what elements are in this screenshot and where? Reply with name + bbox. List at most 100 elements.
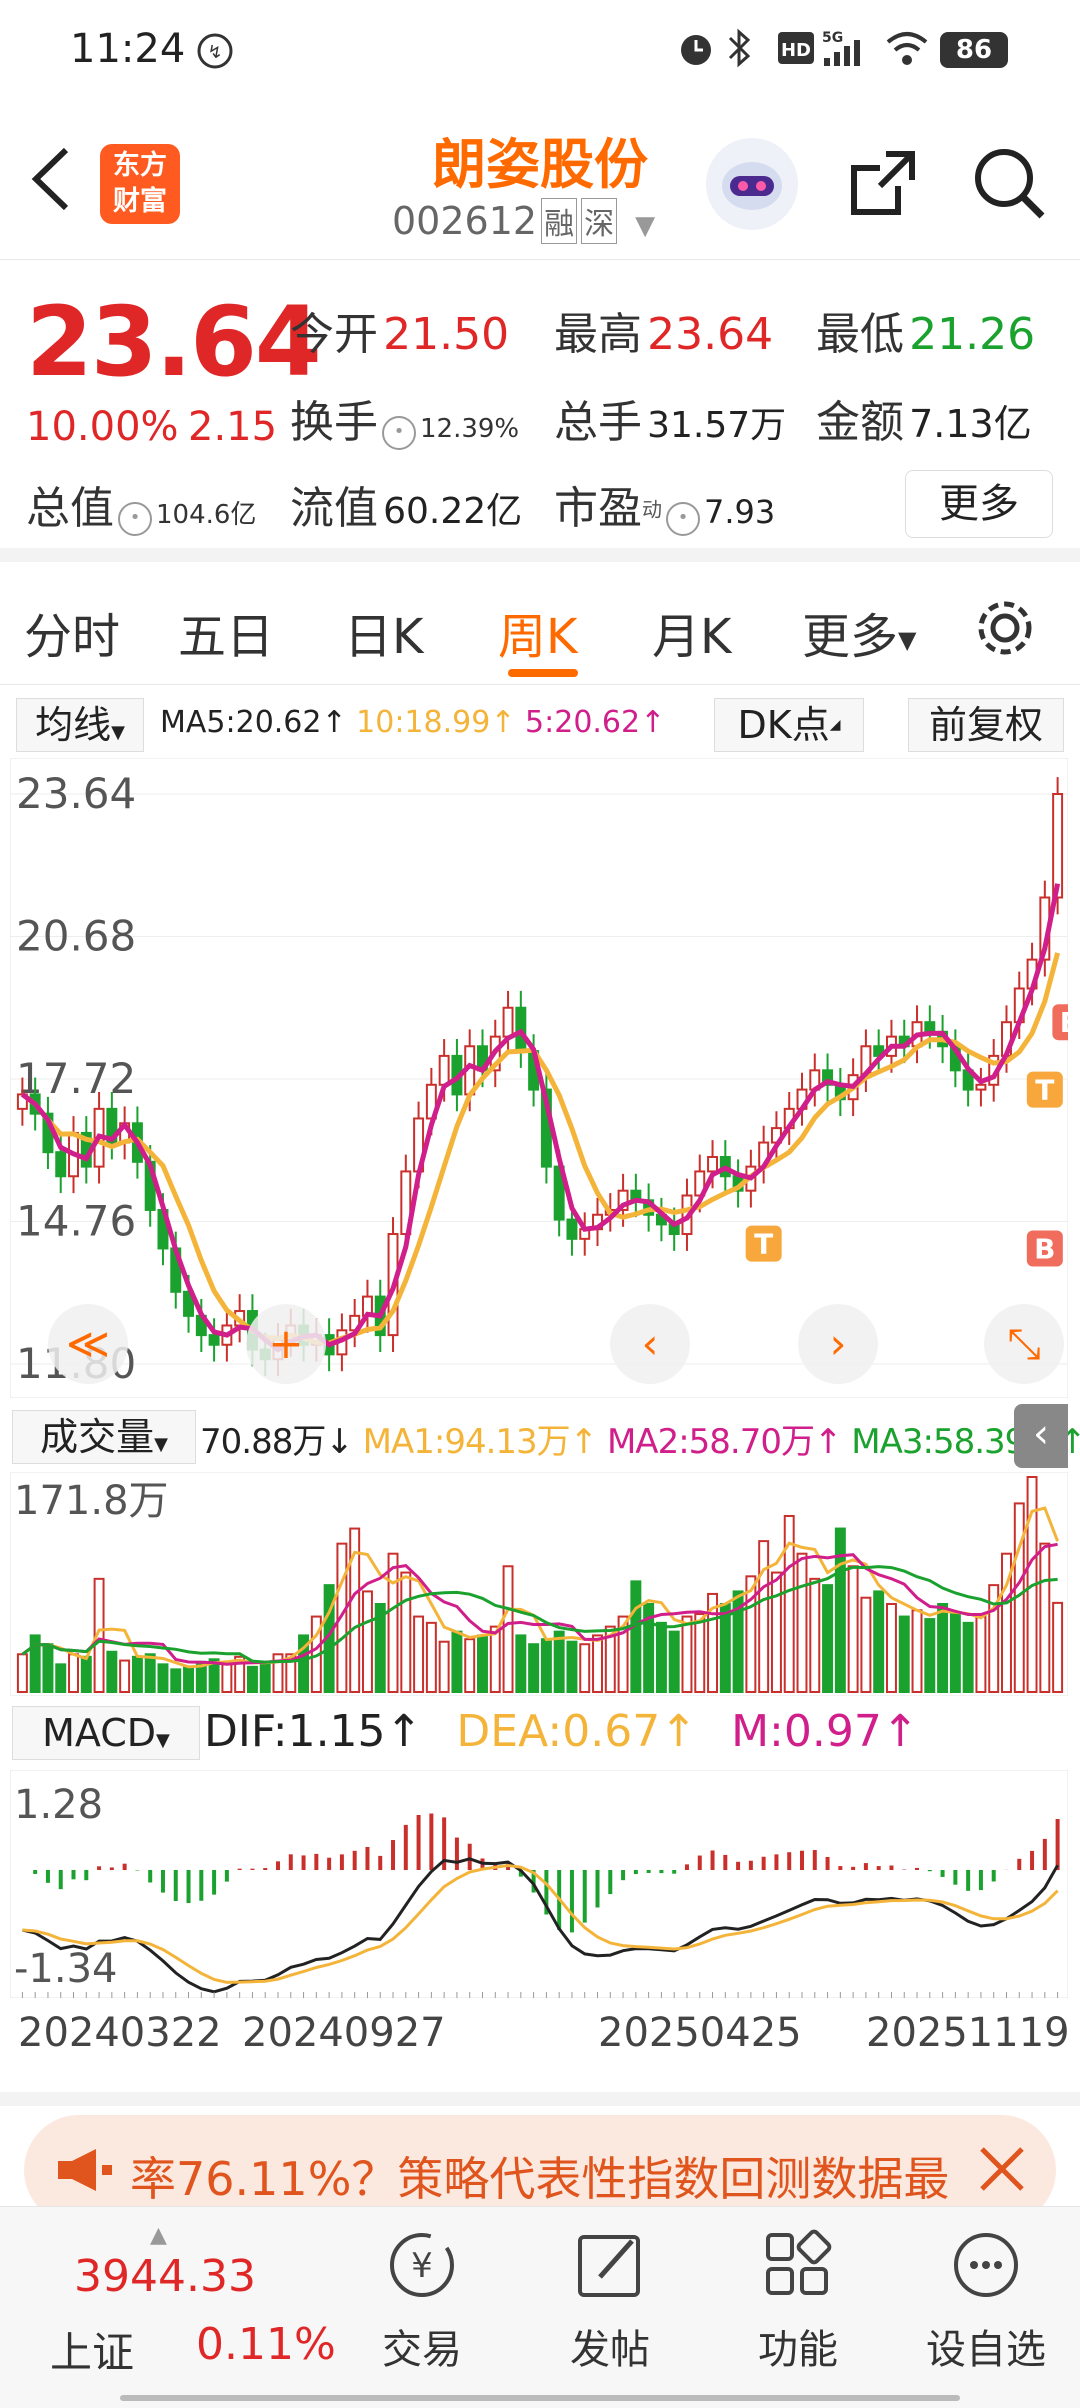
more-button[interactable]: 更多 (905, 470, 1053, 538)
macd-m: M:0.97↑ (731, 1706, 919, 1757)
zoom-in-button[interactable]: + (246, 1304, 326, 1384)
macd-legend: DIF:1.15↑ DEA:0.67↑ M:0.97↑ (204, 1706, 919, 1757)
volume-bar (259, 1663, 271, 1694)
tab-daily-k[interactable]: 日K (344, 597, 423, 667)
index-ticker[interactable]: ▲ 3944.33 上证 0.11% (40, 2223, 350, 2387)
volume-bar (361, 1590, 373, 1693)
tab-weekly-k[interactable]: 周K (498, 597, 577, 667)
open-row: 今开 21.50 (290, 298, 509, 362)
macd-y-tick: -1.34 (14, 1946, 118, 1992)
volume-bar (924, 1618, 936, 1694)
chevron-down-icon: ▼ (898, 626, 917, 654)
robot-assistant-icon[interactable] (706, 138, 798, 230)
alarm-icon (676, 28, 716, 72)
volume-bar (553, 1630, 565, 1693)
adjust-button[interactable]: 前复权 (908, 698, 1064, 752)
amount-value: 7.13亿 (909, 402, 1032, 446)
hd-icon: HD (776, 28, 816, 72)
svg-text:¥: ¥ (411, 2246, 433, 2286)
index-name: 上证 (50, 2328, 135, 2377)
search-icon[interactable] (970, 144, 1050, 228)
volume-bar (464, 1638, 476, 1693)
chevron-down-icon: ▼ (154, 1434, 168, 1455)
volume-bar (170, 1668, 182, 1693)
macd-dif: DIF:1.15↑ (204, 1706, 423, 1757)
volume-bar (655, 1621, 667, 1693)
change-amount: 2.15 (188, 404, 278, 450)
tab-monthly-k[interactable]: 月K (652, 597, 731, 667)
eye-icon[interactable]: • (118, 501, 152, 536)
ma5-value: MA5:20.62↑ (160, 705, 347, 740)
volume-bar (540, 1638, 552, 1693)
volume-bar (911, 1609, 923, 1693)
macd-dea: DEA:0.67↑ (456, 1706, 698, 1757)
volume-bar (758, 1540, 770, 1693)
svg-text:↯: ↯ (207, 42, 222, 63)
volume-bar (489, 1625, 501, 1694)
functions-nav[interactable]: 功能 (718, 2225, 878, 2375)
eye-icon[interactable]: • (666, 501, 700, 536)
volume-select-dropdown[interactable]: 成交量▼ (12, 1410, 196, 1464)
volume-bar (55, 1663, 67, 1694)
home-indicator (120, 2395, 960, 2401)
candle-body (566, 1218, 578, 1240)
fullscreen-icon: ⤡ (1007, 1319, 1041, 1368)
volume-bar (796, 1552, 808, 1694)
watchlist-nav[interactable]: 设自选 (906, 2225, 1066, 2375)
trade-nav[interactable]: ¥ 交易 (342, 2225, 502, 2375)
volume-bar (694, 1613, 706, 1693)
eye-icon[interactable]: • (382, 415, 416, 450)
post-nav[interactable]: 发帖 (530, 2225, 690, 2375)
float-row: 流值 60.22亿 (290, 472, 522, 536)
exchange-tag: 深 (581, 198, 618, 244)
y-tick-label: 23.64 (16, 769, 136, 818)
ma-select-dropdown[interactable]: 均线▼ (16, 698, 144, 752)
zoom-out-icon: ≪ (66, 1319, 110, 1368)
app-notification-icon: ↯ (196, 32, 234, 74)
pe-row: 市盈动 • 7.93 (554, 472, 775, 536)
volume-bar (387, 1552, 399, 1694)
candlestick-chart[interactable]: 23.6420.6817.7214.7611.80TTBB≪+‹›⤡ (10, 758, 1068, 1398)
volume-value: 31.57万 (647, 405, 787, 446)
collapse-panel-button[interactable]: ‹ (1014, 1404, 1068, 1468)
high-row: 最高 23.64 (554, 298, 773, 362)
tab-five-day[interactable]: 五日 (178, 597, 274, 667)
next-button[interactable]: › (798, 1304, 878, 1384)
volume-legend: 70.88万↓ MA1:94.13万↑ MA2:58.70万↑ MA3:58.3… (200, 1414, 1080, 1463)
bluetooth-icon (724, 28, 754, 72)
dk-point-button[interactable]: DK点◢ (714, 698, 864, 752)
chevron-down-icon: ▼ (111, 722, 125, 743)
tab-intraday[interactable]: 分时 (24, 597, 120, 667)
corner-triangle-icon: ◢ (829, 717, 841, 733)
cellular-signal-icon: 5G (822, 28, 874, 72)
period-tabs: 分时 五日 日K 周K 月K 更多▼ (0, 565, 1080, 685)
volume-bar (246, 1665, 258, 1693)
tab-more[interactable]: 更多▼ (802, 597, 916, 667)
watchlist-label: 设自选 (926, 2327, 1046, 2373)
index-value: 3944.33 (74, 2251, 256, 2302)
prev-button[interactable]: ‹ (610, 1304, 690, 1384)
chevron-down-icon[interactable]: ▼ (635, 211, 655, 241)
functions-label: 功能 (758, 2327, 838, 2373)
dk-marker-label: B (1034, 1232, 1055, 1265)
zoom-out-button[interactable]: ≪ (48, 1304, 128, 1384)
volume-row: 总手 31.57万 (554, 386, 786, 450)
index-change: 0.11% (196, 2319, 336, 2370)
fullscreen-button[interactable]: ⤡ (984, 1304, 1064, 1384)
candle-body (438, 1054, 450, 1086)
zoom-in-icon: + (268, 1319, 303, 1368)
margin-tag: 融 (541, 198, 578, 244)
macd-select-dropdown[interactable]: MACD▼ (12, 1706, 200, 1760)
back-button[interactable] (26, 144, 76, 218)
volume-y-tick: 171.8万 (14, 1478, 169, 1524)
settings-gear-icon[interactable] (972, 595, 1038, 665)
candle-body (502, 1006, 514, 1038)
volume-bar (975, 1615, 987, 1693)
share-icon[interactable] (846, 146, 920, 224)
close-icon[interactable] (974, 2141, 1030, 2201)
volume-bar (809, 1577, 821, 1693)
x-tick-label: 20250425 (598, 2010, 802, 2056)
volume-label: 总手 (554, 397, 642, 448)
pe-sup: 动 (642, 497, 662, 522)
open-label: 今开 (290, 309, 378, 360)
